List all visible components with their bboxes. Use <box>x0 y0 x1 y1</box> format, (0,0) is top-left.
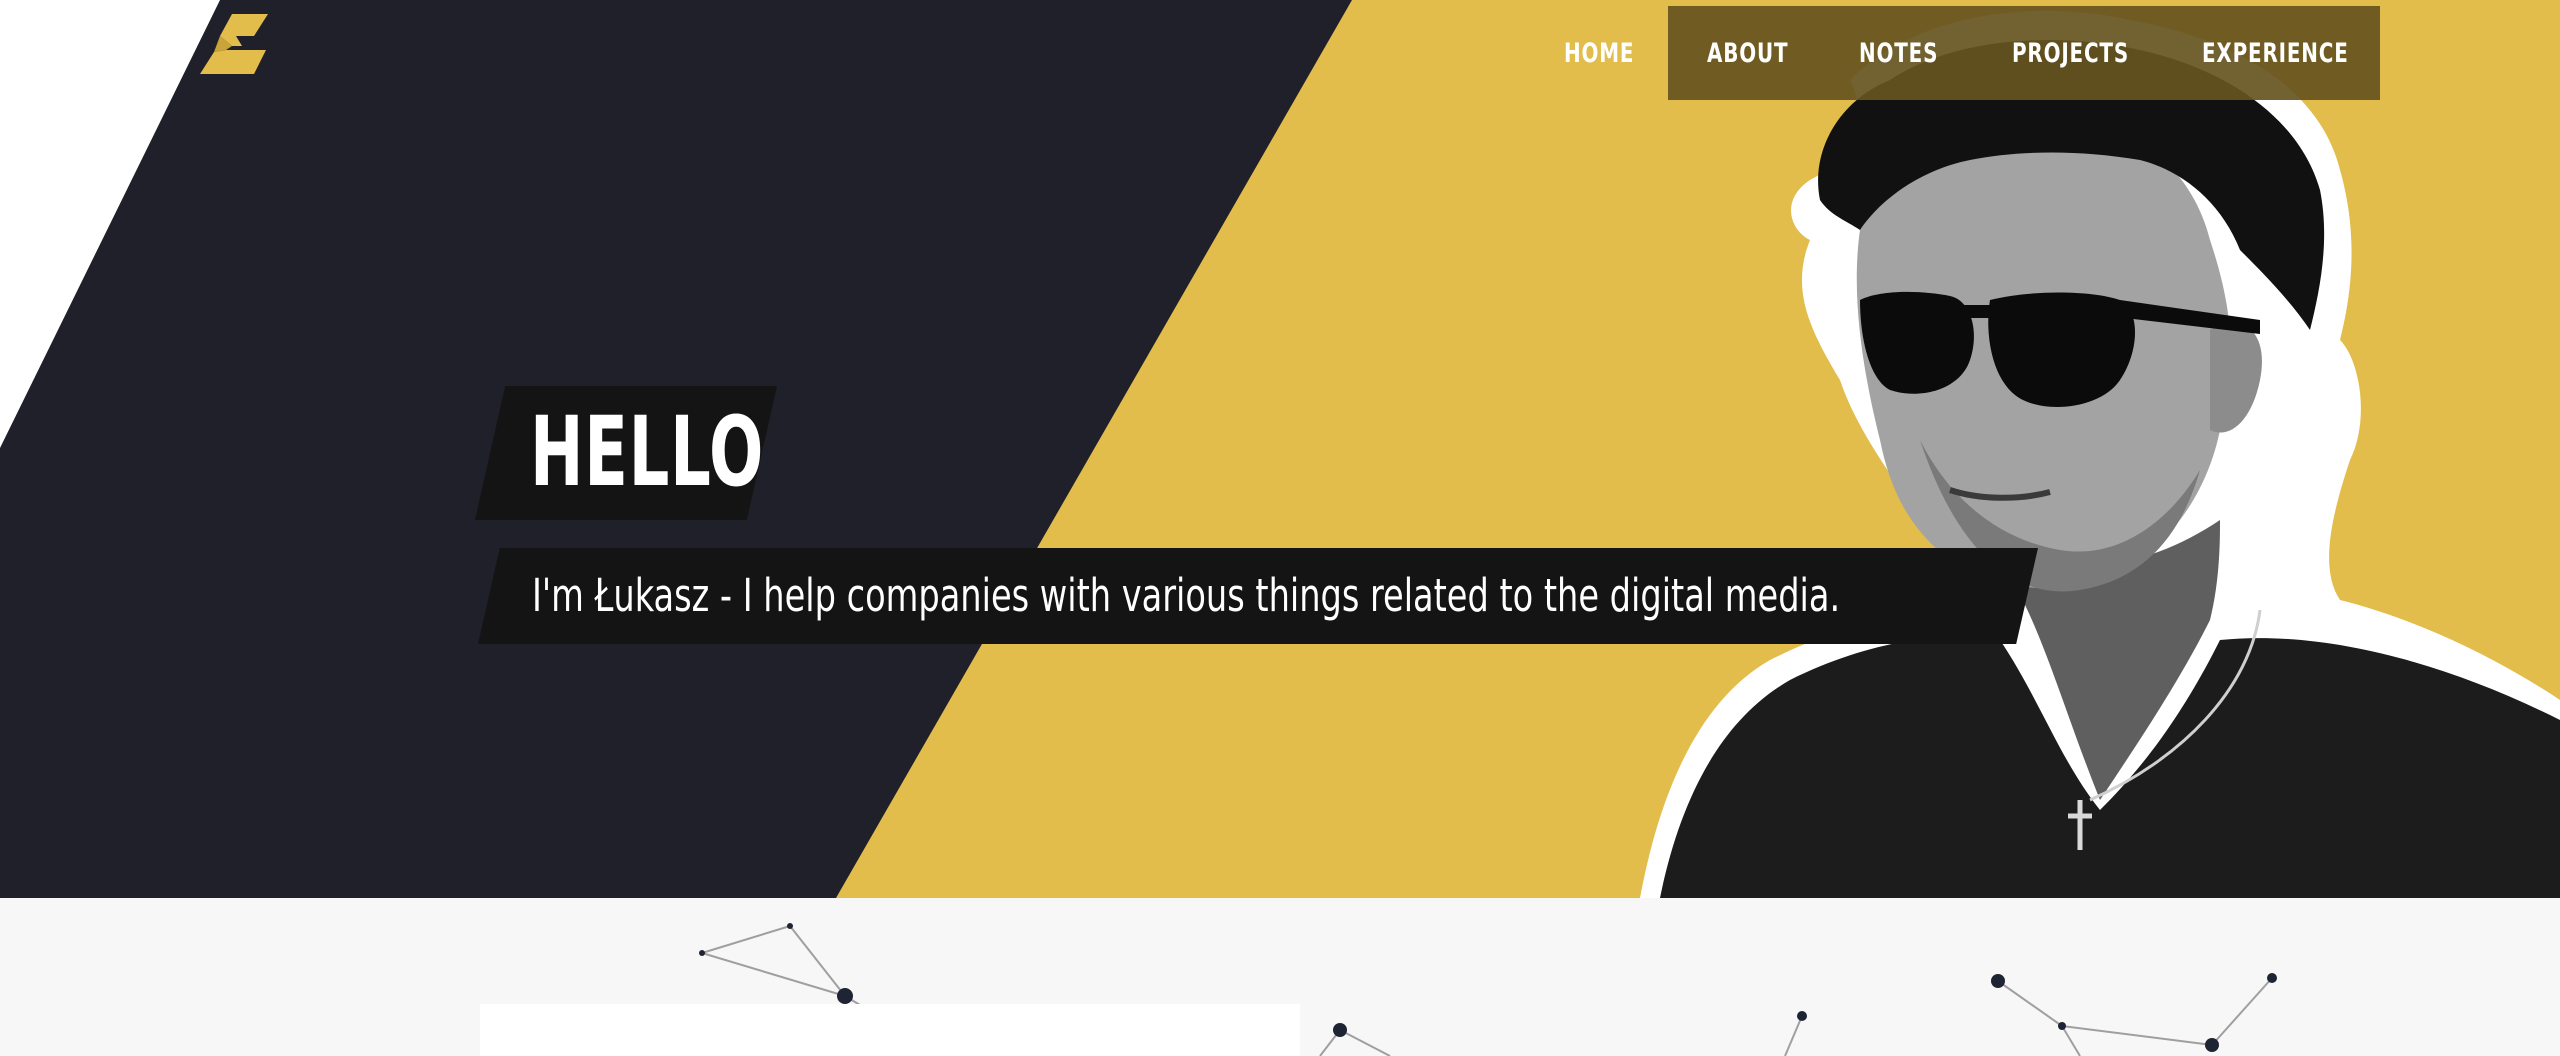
nav-notes-link[interactable]: NOTES <box>1859 38 1938 69</box>
nav-home-link[interactable]: HOME <box>1564 38 1634 69</box>
hero-section: HOME ABOUT NOTES PROJECTS EXPERIENCE HEL… <box>0 0 2560 898</box>
nav-experience-link[interactable]: EXPERIENCE <box>2202 38 2349 69</box>
stylized-zigzag-logo-icon <box>200 14 268 74</box>
content-card <box>480 1004 1300 1056</box>
person-portrait-photo-icon <box>1640 10 2560 898</box>
tagline-text: I'm Łukasz - I help companies with vario… <box>532 569 1841 622</box>
nav-about-link[interactable]: ABOUT <box>1707 38 1788 69</box>
page: HOME ABOUT NOTES PROJECTS EXPERIENCE HEL… <box>0 0 2560 1056</box>
nav-projects-link[interactable]: PROJECTS <box>2012 38 2129 69</box>
site-logo[interactable] <box>196 14 268 80</box>
greeting-heading: HELLO <box>530 396 765 508</box>
